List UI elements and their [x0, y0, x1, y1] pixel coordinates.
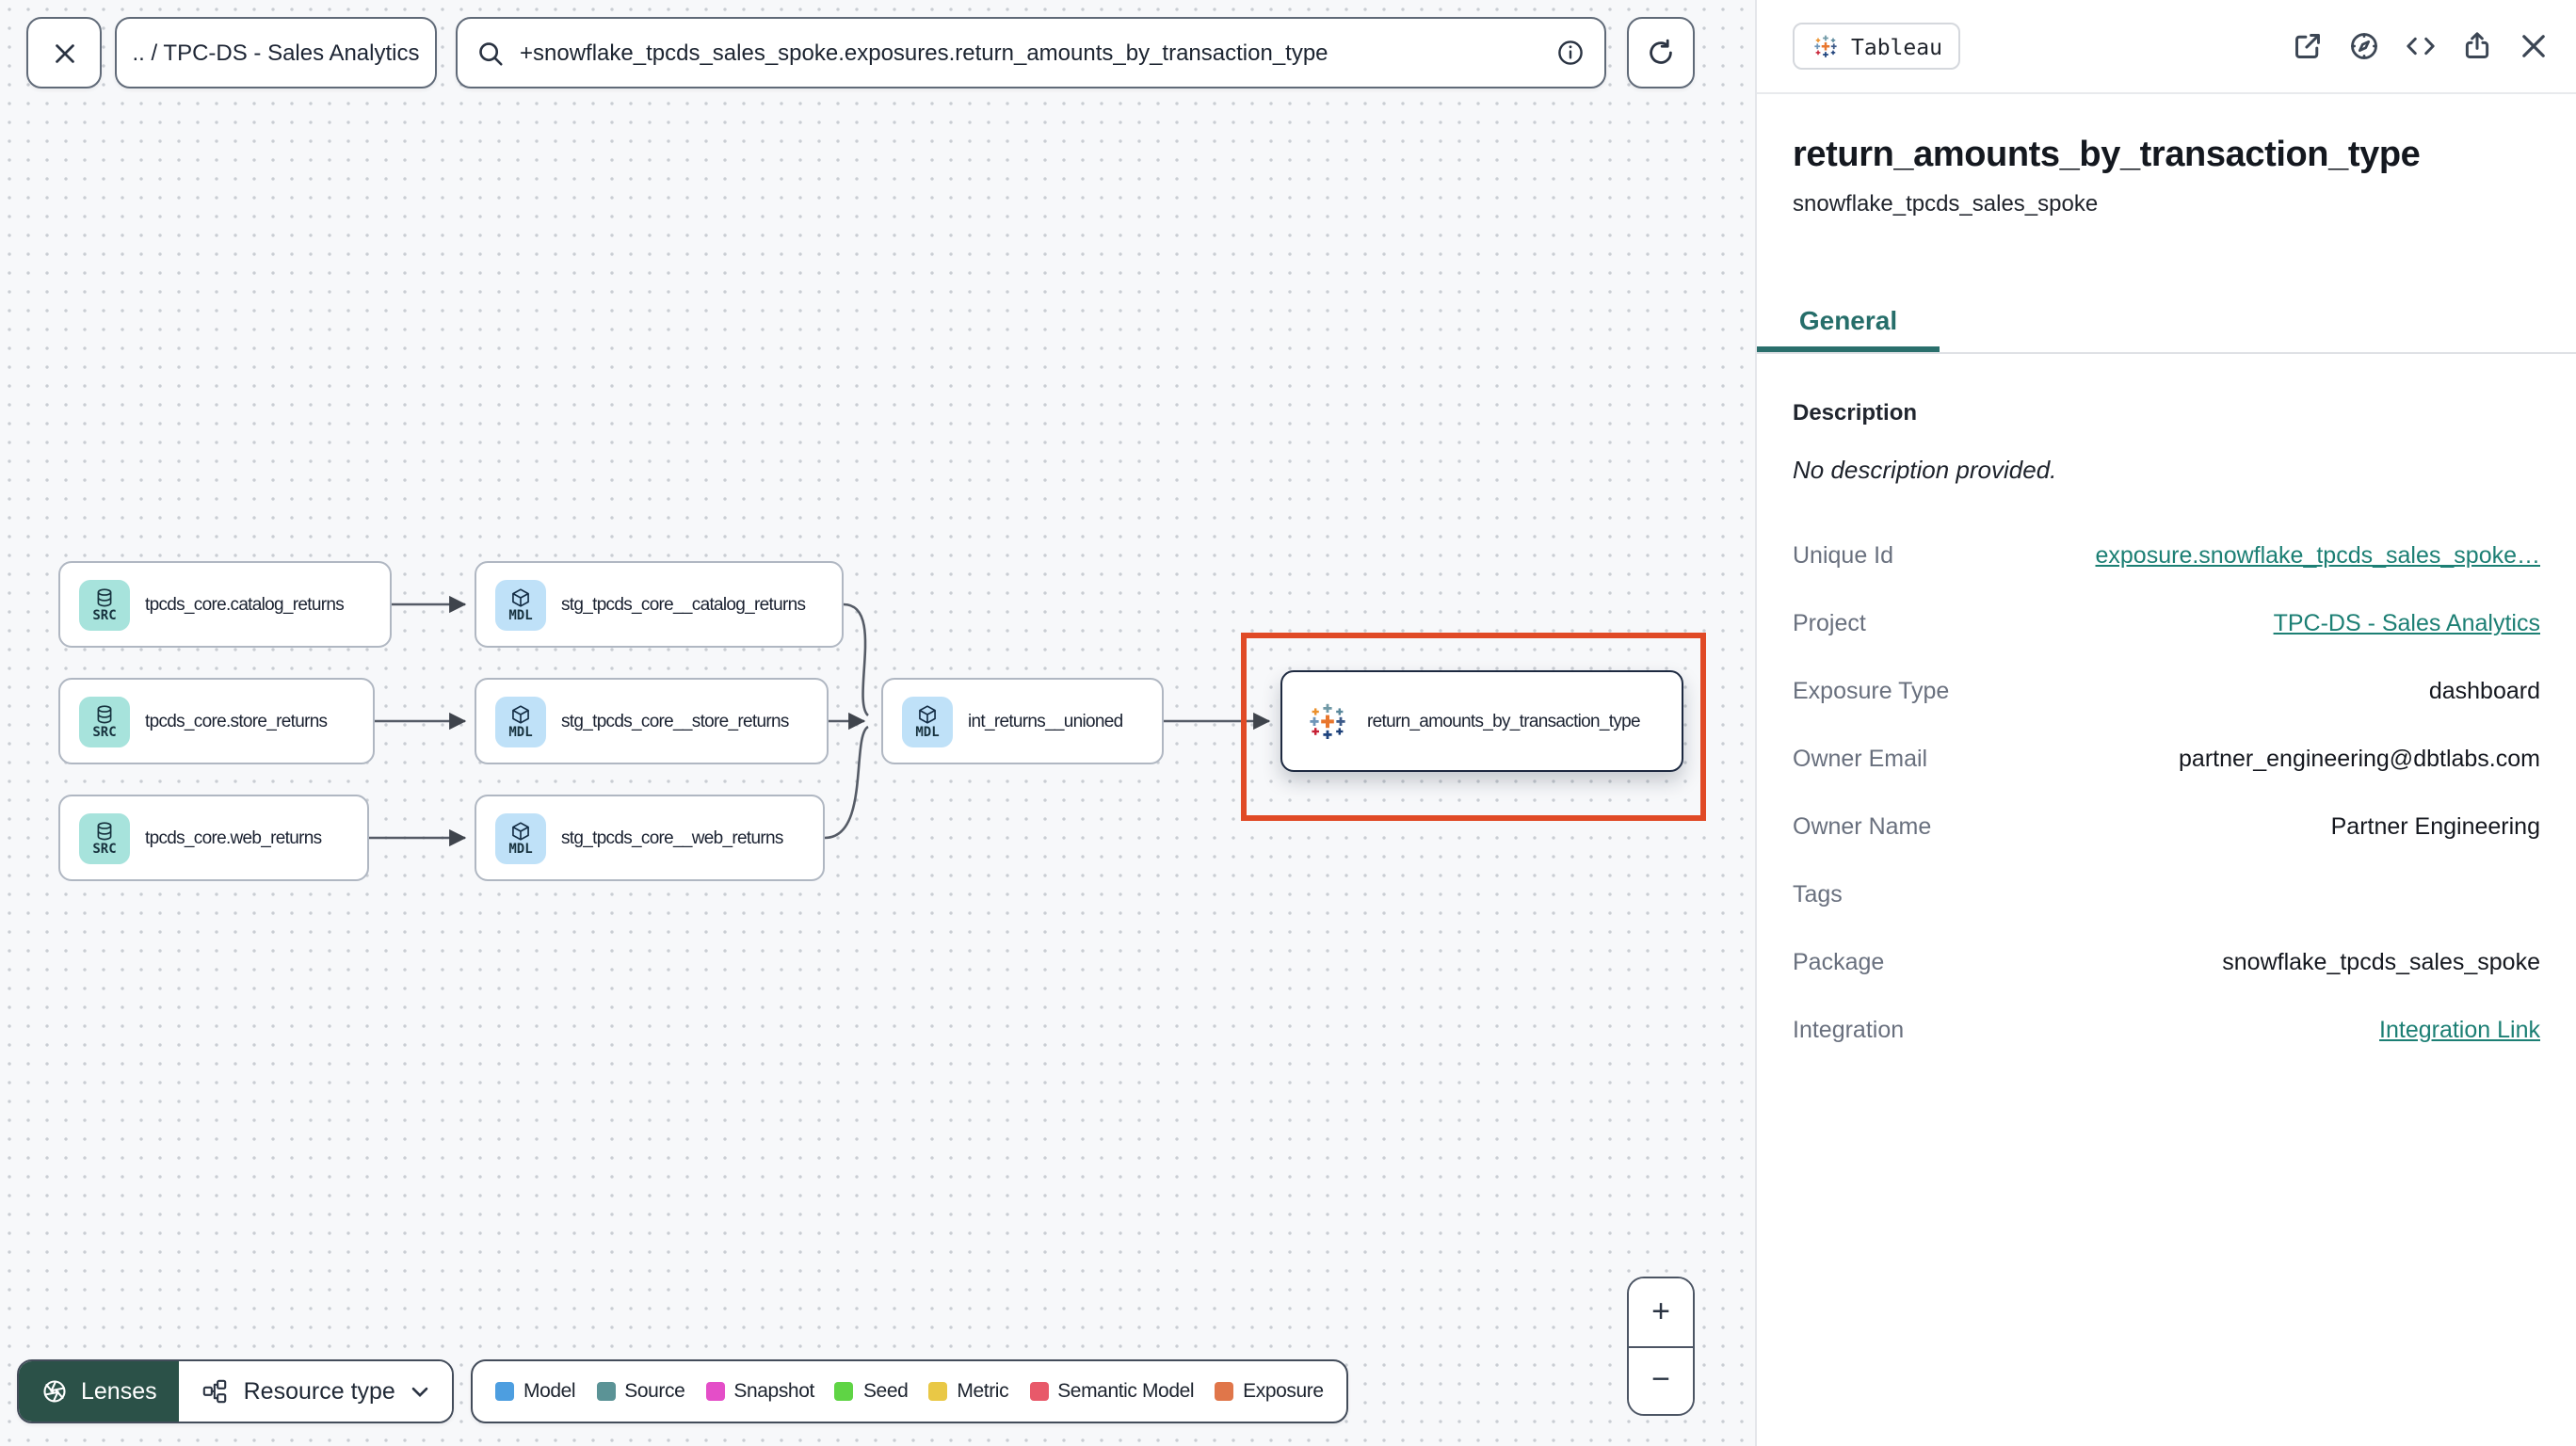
exposure-type-value: dashboard — [2428, 678, 2540, 704]
cube-icon — [512, 587, 529, 606]
legend-item: Model — [495, 1380, 576, 1403]
field-row-integration: Integration Integration Link — [1793, 1017, 2540, 1043]
lenses-icon — [43, 1380, 66, 1403]
tableau-icon — [1814, 35, 1837, 57]
model-badge: MDL — [495, 579, 546, 630]
field-row-owner-name: Owner Name Partner Engineering — [1793, 813, 2540, 840]
cube-icon — [919, 704, 936, 723]
panel-header: Tableau — [1757, 0, 2576, 94]
external-link-icon[interactable] — [2292, 30, 2324, 62]
code-icon[interactable] — [2405, 30, 2437, 62]
description-heading: Description — [1793, 399, 1918, 426]
panel-body: return_amounts_by_transaction_type snowf… — [1757, 136, 2576, 1064]
breadcrumb[interactable]: .. / TPC-DS - Sales Analytics — [115, 17, 437, 88]
refresh-icon — [1650, 39, 1672, 64]
field-row-tags: Tags — [1793, 881, 1843, 908]
lenses-resource-group: Lenses Resource type — [17, 1359, 454, 1423]
legend-swatch-source — [596, 1382, 616, 1401]
explore-compass-icon[interactable] — [2348, 30, 2380, 62]
legend-item: Semantic Model — [1029, 1380, 1195, 1403]
graph-node-src-web-returns[interactable]: SRC tpcds_core.web_returns — [58, 795, 369, 881]
integration-link[interactable]: Integration Link — [2379, 1017, 2540, 1043]
panel-header-actions — [2292, 30, 2550, 62]
legend-item: Source — [596, 1380, 685, 1403]
resource-type-button[interactable]: Resource type — [179, 1361, 452, 1422]
graph-node-int-returns-unioned[interactable]: MDL int_returns__unioned — [881, 678, 1164, 764]
database-icon — [97, 704, 112, 723]
legend-swatch-semantic-model — [1029, 1382, 1049, 1401]
source-badge: SRC — [79, 812, 130, 863]
package-value: snowflake_tpcds_sales_spoke — [2222, 949, 2540, 975]
owner-name-value: Partner Engineering — [2330, 813, 2540, 840]
lineage-search — [456, 17, 1606, 88]
tableau-chip-label: Tableau — [1851, 33, 1942, 59]
source-badge: SRC — [79, 696, 130, 747]
graph-node-stg-catalog-returns[interactable]: MDL stg_tpcds_core__catalog_returns — [475, 561, 844, 648]
field-list: Unique Id exposure.snowflake_tpcds_sales… — [1793, 522, 2540, 1064]
tab-general[interactable]: General — [1757, 292, 1940, 352]
close-icon — [55, 43, 73, 62]
breadcrumb-label: .. / TPC-DS - Sales Analytics — [132, 40, 420, 66]
database-icon — [97, 587, 112, 606]
field-row-unique-id: Unique Id exposure.snowflake_tpcds_sales… — [1793, 542, 2541, 569]
graph-node-stg-web-returns[interactable]: MDL stg_tpcds_core__web_returns — [475, 795, 825, 881]
zoom-in-button[interactable]: + — [1629, 1278, 1693, 1347]
unique-id-link[interactable]: exposure.snowflake_tpcds_sales_spoke… — [2096, 542, 2541, 569]
refresh-lineage-button[interactable] — [1627, 17, 1695, 88]
lenses-label: Lenses — [81, 1378, 157, 1405]
legend-swatch-metric — [928, 1382, 948, 1401]
project-link[interactable]: TPC-DS - Sales Analytics — [2274, 610, 2540, 636]
panel-close-icon[interactable] — [2518, 30, 2550, 62]
lenses-button[interactable]: Lenses — [19, 1361, 180, 1422]
model-badge: MDL — [902, 696, 953, 747]
app-root: .. / TPC-DS - Sales Analytics SRC tpcds_… — [0, 0, 2576, 1446]
field-row-project: Project TPC-DS - Sales Analytics — [1793, 610, 2540, 636]
legend-item: Metric — [928, 1380, 1009, 1403]
legend-swatch-exposure — [1215, 1382, 1234, 1401]
cube-icon — [512, 821, 529, 840]
graph-node-src-catalog-returns[interactable]: SRC tpcds_core.catalog_returns — [58, 561, 392, 648]
panel-tabs: General — [1757, 292, 2576, 354]
panel-subtitle: snowflake_tpcds_sales_spoke — [1793, 190, 2099, 217]
share-icon[interactable] — [2461, 30, 2493, 62]
model-badge: MDL — [495, 696, 546, 747]
graph-node-stg-store-returns[interactable]: MDL stg_tpcds_core__store_returns — [475, 678, 829, 764]
zoom-controls: + − — [1627, 1277, 1695, 1416]
tableau-icon — [1310, 703, 1345, 739]
field-row-package: Package snowflake_tpcds_sales_spoke — [1793, 949, 2540, 975]
database-icon — [97, 821, 112, 840]
description-text: No description provided. — [1793, 456, 2057, 484]
resource-type-icon — [203, 1379, 227, 1404]
graph-node-src-store-returns[interactable]: SRC tpcds_core.store_returns — [58, 678, 375, 764]
source-badge: SRC — [79, 579, 130, 630]
cube-icon — [512, 704, 529, 723]
tableau-chip: Tableau — [1793, 23, 1961, 70]
owner-email-value: partner_engineering@dbtlabs.com — [2179, 746, 2540, 772]
zoom-out-button[interactable]: − — [1629, 1347, 1693, 1414]
search-input[interactable] — [520, 40, 1540, 66]
legend-item: Exposure — [1215, 1380, 1324, 1403]
close-lineage-button[interactable] — [26, 17, 102, 88]
legend-swatch-model — [495, 1382, 514, 1401]
resource-type-label: Resource type — [243, 1378, 395, 1405]
legend-item: Seed — [834, 1380, 909, 1403]
field-row-owner-email: Owner Email partner_engineering@dbtlabs.… — [1793, 746, 2540, 772]
lineage-canvas[interactable]: .. / TPC-DS - Sales Analytics SRC tpcds_… — [0, 0, 1755, 1446]
legend-item: Snapshot — [705, 1380, 814, 1403]
info-icon[interactable] — [1555, 38, 1586, 68]
legend-swatch-seed — [834, 1382, 854, 1401]
details-panel: Tableau return_amounts_by_transaction_ty… — [1755, 0, 2576, 1446]
chevron-down-icon — [411, 1386, 428, 1397]
model-badge: MDL — [495, 812, 546, 863]
search-icon — [479, 41, 503, 65]
panel-title: return_amounts_by_transaction_type — [1793, 136, 2421, 175]
graph-node-exposure-return-amounts[interactable]: return_amounts_by_transaction_type — [1280, 670, 1683, 772]
field-row-exposure-type: Exposure Type dashboard — [1793, 678, 2540, 704]
legend-swatch-snapshot — [705, 1382, 725, 1401]
resource-legend: Model Source Snapshot Seed Metric Semant… — [471, 1359, 1348, 1423]
